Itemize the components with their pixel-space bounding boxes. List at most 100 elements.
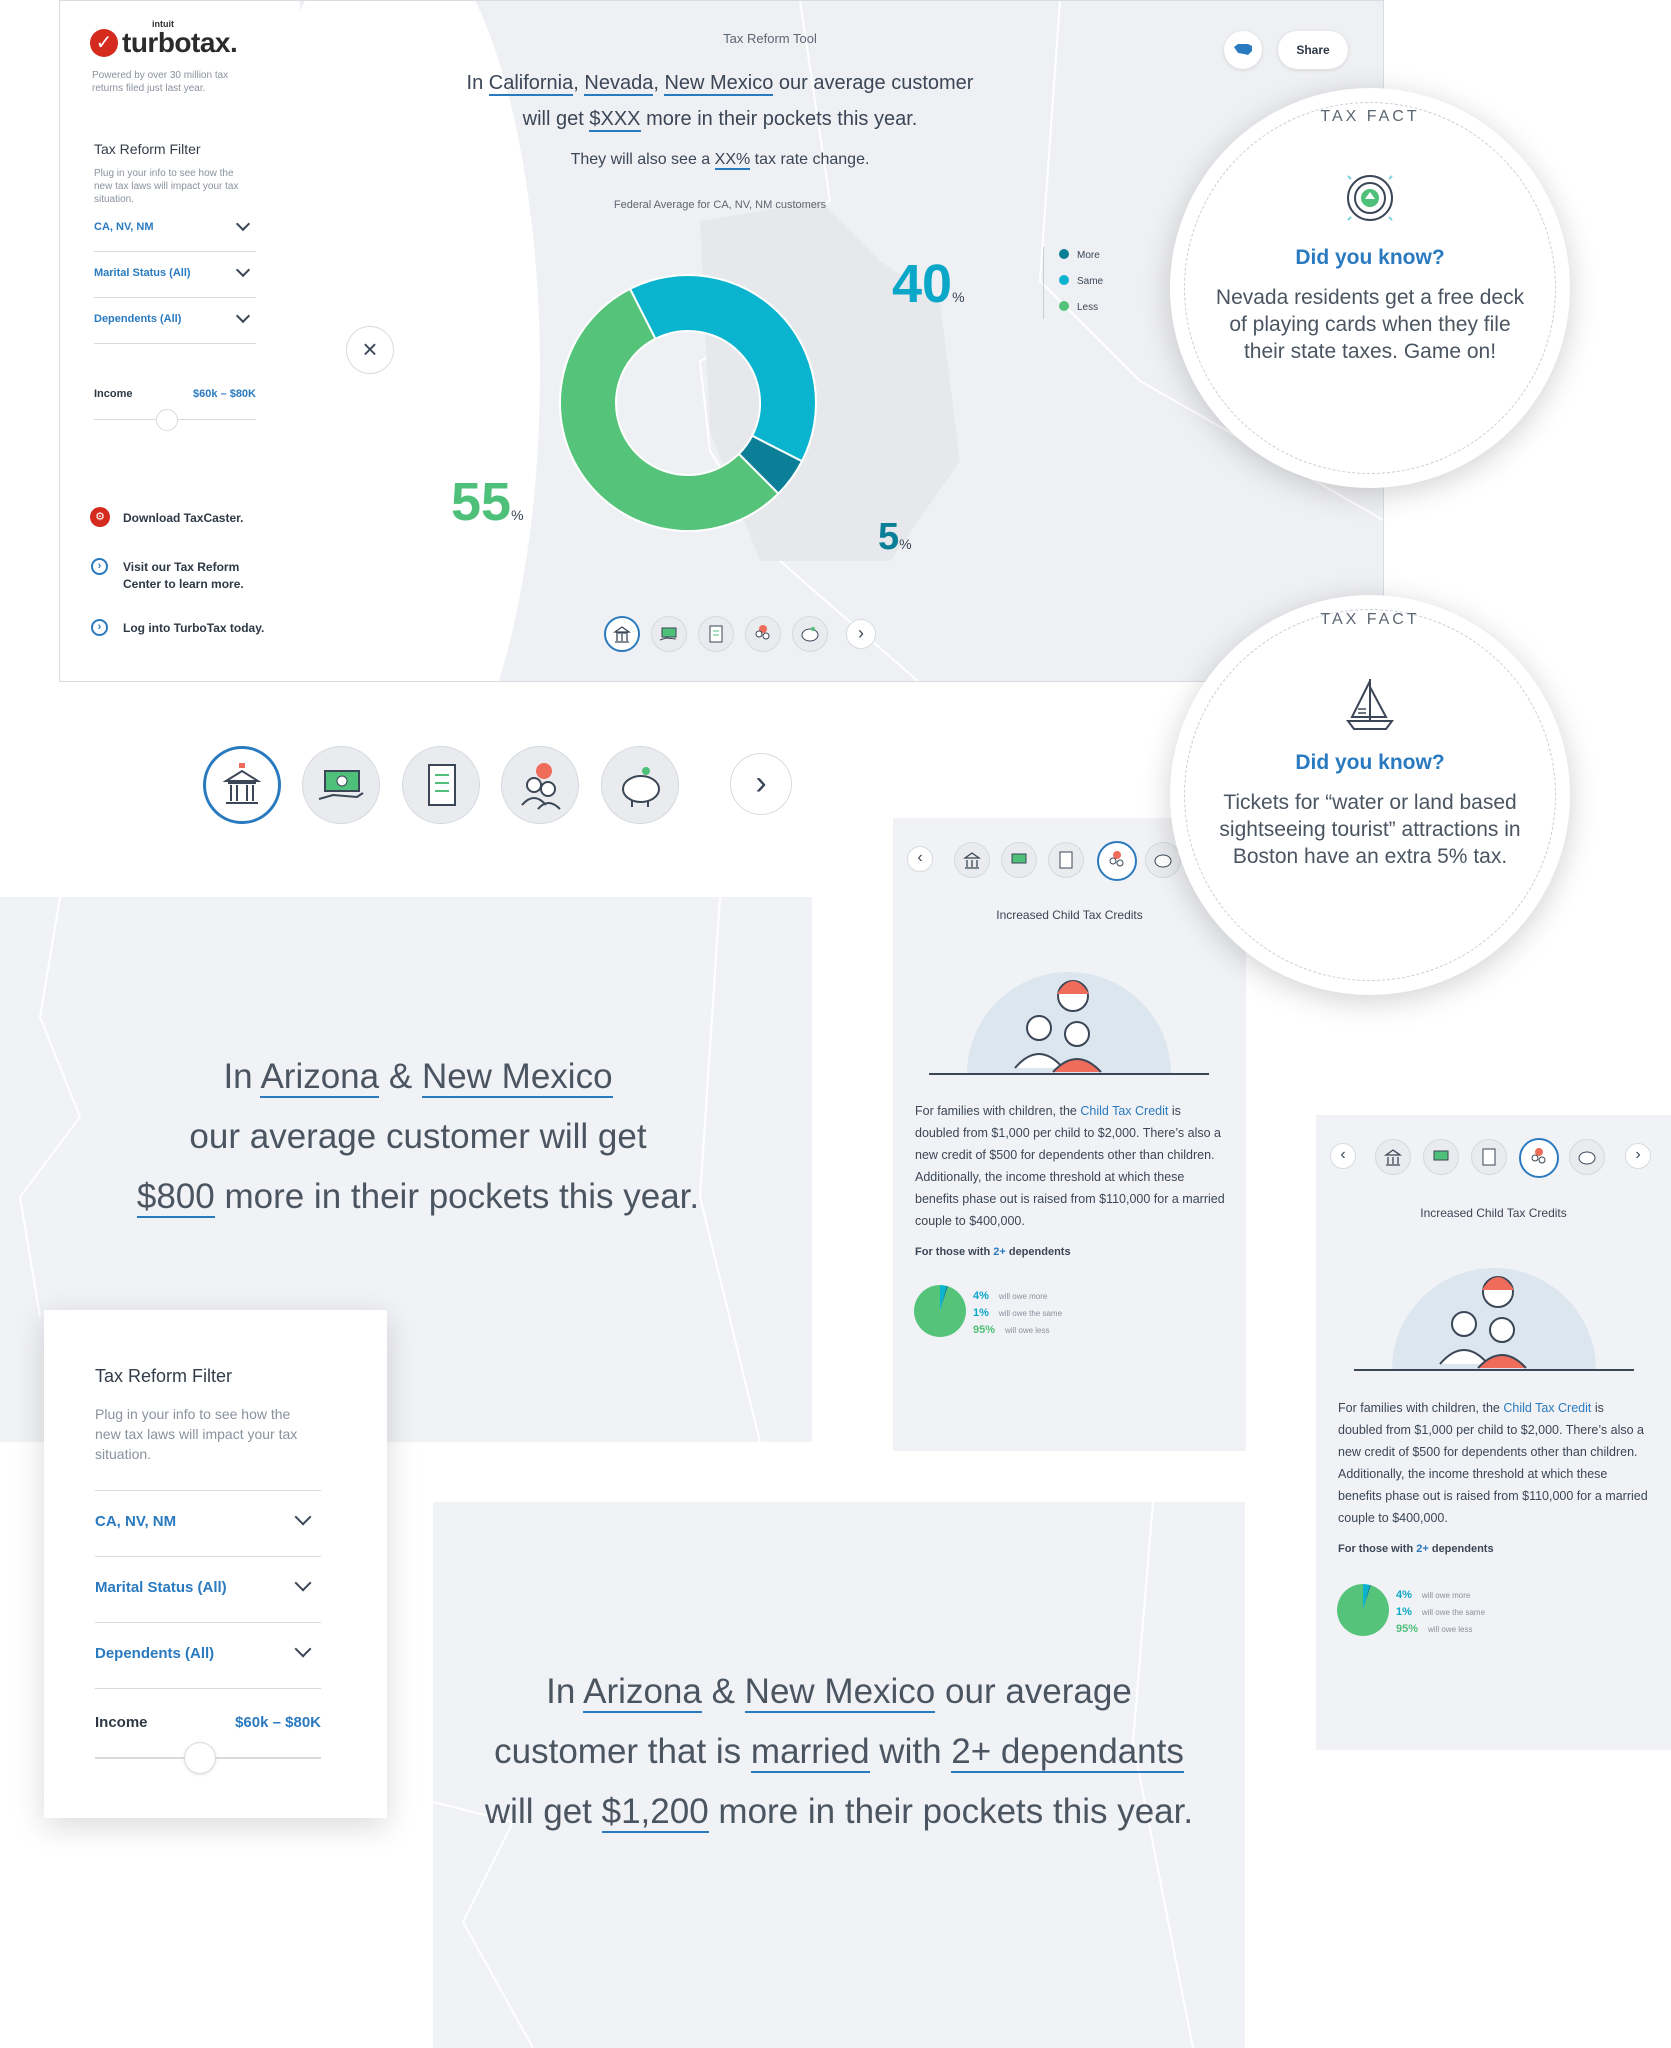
category-bank-button[interactable] (1375, 1139, 1411, 1175)
income-slider-handle[interactable] (156, 409, 178, 431)
mini-pie-slice-less (914, 1285, 966, 1337)
family-icon (1531, 1148, 1546, 1164)
summary-line-1: In Arizona & New Mexico (0, 1047, 812, 1107)
dependents-caption: For those with 2+ dependents (915, 1246, 1071, 1258)
taxcaster-icon: ⚙ (90, 507, 110, 527)
subheadline: They will also see a XX% tax rate change… (440, 151, 1000, 170)
big-category-cash-button[interactable] (302, 746, 380, 824)
filter-marital-status[interactable]: Marital Status (All) (95, 1557, 321, 1623)
category-bank-button[interactable] (954, 842, 990, 878)
child-tax-credit-link[interactable]: Child Tax Credit (1080, 1104, 1168, 1118)
next-category-button[interactable]: › (846, 619, 876, 649)
caption-suffix: dependents (1431, 1543, 1494, 1555)
text-and: & (711, 1672, 735, 1711)
log-into-turbotax-link[interactable]: Log into TurboTax today. (123, 620, 264, 637)
status-married[interactable]: married (750, 1732, 870, 1773)
pct-breakdown: 4% will owe more 1% will owe the same 95% w… (973, 1288, 1062, 1339)
state-nevada[interactable]: Nevada (584, 72, 654, 96)
headline-line-2: will get $XXX more in their pockets this… (360, 101, 1080, 137)
us-map-button[interactable] (1224, 31, 1262, 69)
dependants-count[interactable]: 2+ dependants (951, 1732, 1184, 1773)
page-label: Tax Reform Tool (723, 31, 817, 46)
category-savings-button[interactable] (1569, 1139, 1605, 1175)
text-tail: more in their pockets this year. (224, 1177, 700, 1216)
document-icon (428, 764, 456, 806)
category-family-button[interactable] (1519, 1138, 1559, 1178)
piggy-bank-icon (801, 627, 819, 642)
category-family-button[interactable] (745, 616, 781, 652)
income-label: Income (95, 1714, 148, 1731)
big-category-document-button[interactable] (402, 746, 480, 824)
pct-label: will owe less (1428, 1625, 1473, 1634)
amount-1200[interactable]: $1,200 (601, 1792, 709, 1833)
category-document-button[interactable] (1471, 1139, 1507, 1175)
category-savings-button[interactable] (1145, 842, 1181, 878)
mobile-section-title: Increased Child Tax Credits (996, 908, 1143, 922)
pct-label: will owe the same (1421, 1608, 1486, 1617)
prev-category-button[interactable]: ‹ (1330, 1143, 1356, 1169)
download-taxcaster-link[interactable]: Download TaxCaster. (123, 510, 243, 527)
income-slider-handle[interactable] (184, 1742, 216, 1774)
tax-fact-bubble-1: TAX FACT Did you know? Nevada residents … (1170, 88, 1570, 488)
tax-reform-center-link[interactable]: Visit our Tax Reform Center to learn mor… (123, 559, 263, 593)
category-savings-button[interactable] (792, 616, 828, 652)
share-button[interactable]: Share (1278, 31, 1348, 69)
state-new-mexico[interactable]: New Mexico (744, 1672, 936, 1713)
filter-dependents[interactable]: Dependents (All) (95, 1623, 321, 1689)
did-you-know-heading: Did you know? (1295, 751, 1445, 774)
state-arizona[interactable]: Arizona (583, 1672, 702, 1713)
category-cash-button[interactable] (651, 616, 687, 652)
big-category-bank-button[interactable] (203, 746, 281, 824)
piggy-bank-icon (1154, 854, 1172, 868)
pct-sign: % (979, 1290, 989, 1302)
pct-sign: % (511, 507, 524, 523)
category-bank-button[interactable] (604, 616, 640, 652)
category-cash-button[interactable] (1001, 842, 1037, 878)
close-button[interactable]: × (346, 326, 394, 374)
dependents-caption: For those with 2+ dependents (1338, 1543, 1494, 1555)
filter-marital-status[interactable]: Marital Status (All) (94, 252, 256, 298)
summary-line-2: customer that is married with 2+ dependa… (433, 1722, 1245, 1782)
state-california[interactable]: California (488, 72, 574, 96)
legend-same: Same (1059, 275, 1103, 301)
donut-chart (559, 274, 817, 532)
pct-value: 95 (973, 1324, 986, 1336)
category-document-button[interactable] (698, 616, 734, 652)
child-tax-credit-link[interactable]: Child Tax Credit (1503, 1401, 1591, 1415)
legend-label: Same (1077, 276, 1104, 287)
state-arizona[interactable]: Arizona (260, 1057, 380, 1098)
filter-marital-label: Marital Status (All) (95, 1579, 227, 1596)
poker-chip-icon (1347, 175, 1393, 221)
big-next-category-button[interactable]: › (730, 753, 792, 815)
caption-count: 2+ (993, 1246, 1006, 1258)
chevron-right-circle-icon: › (91, 558, 108, 575)
state-new-mexico[interactable]: New Mexico (664, 72, 774, 96)
close-icon: × (362, 334, 378, 364)
sub-tail: tax rate change. (754, 151, 870, 168)
headline-tail: more in their pockets this year. (646, 108, 918, 130)
category-document-button[interactable] (1048, 842, 1084, 878)
next-category-button[interactable]: › (1625, 1143, 1651, 1169)
income-label: Income (94, 388, 133, 400)
summary-line-3: $800 more in their pockets this year. (0, 1167, 812, 1227)
big-category-family-button[interactable] (501, 746, 579, 824)
desc-prefix: For families with children, the (1338, 1401, 1500, 1415)
amount-800[interactable]: $800 (136, 1177, 215, 1218)
legend-divider (1043, 247, 1044, 319)
filter-state[interactable]: CA, NV, NM (95, 1491, 321, 1557)
big-category-savings-button[interactable] (601, 746, 679, 824)
cash-hand-icon (1011, 853, 1027, 864)
donut-slice-more[interactable] (628, 274, 817, 463)
pct-label-more: 40% (892, 253, 965, 315)
did-you-know-heading: Did you know? (1295, 246, 1445, 269)
pct-label-same: 5% (878, 516, 912, 559)
filter-state[interactable]: CA, NV, NM (94, 206, 256, 252)
prev-category-button[interactable]: ‹ (907, 846, 933, 872)
category-family-button[interactable] (1097, 841, 1137, 881)
state-new-mexico[interactable]: New Mexico (421, 1057, 613, 1098)
filter-dependents[interactable]: Dependents (All) (94, 298, 256, 344)
category-cash-button[interactable] (1423, 1139, 1459, 1175)
tax-fact-text: Tickets for “water or land based sightse… (1219, 791, 1521, 868)
filter-dependents-label: Dependents (All) (95, 1645, 215, 1662)
caption-prefix: For those with (915, 1246, 991, 1258)
